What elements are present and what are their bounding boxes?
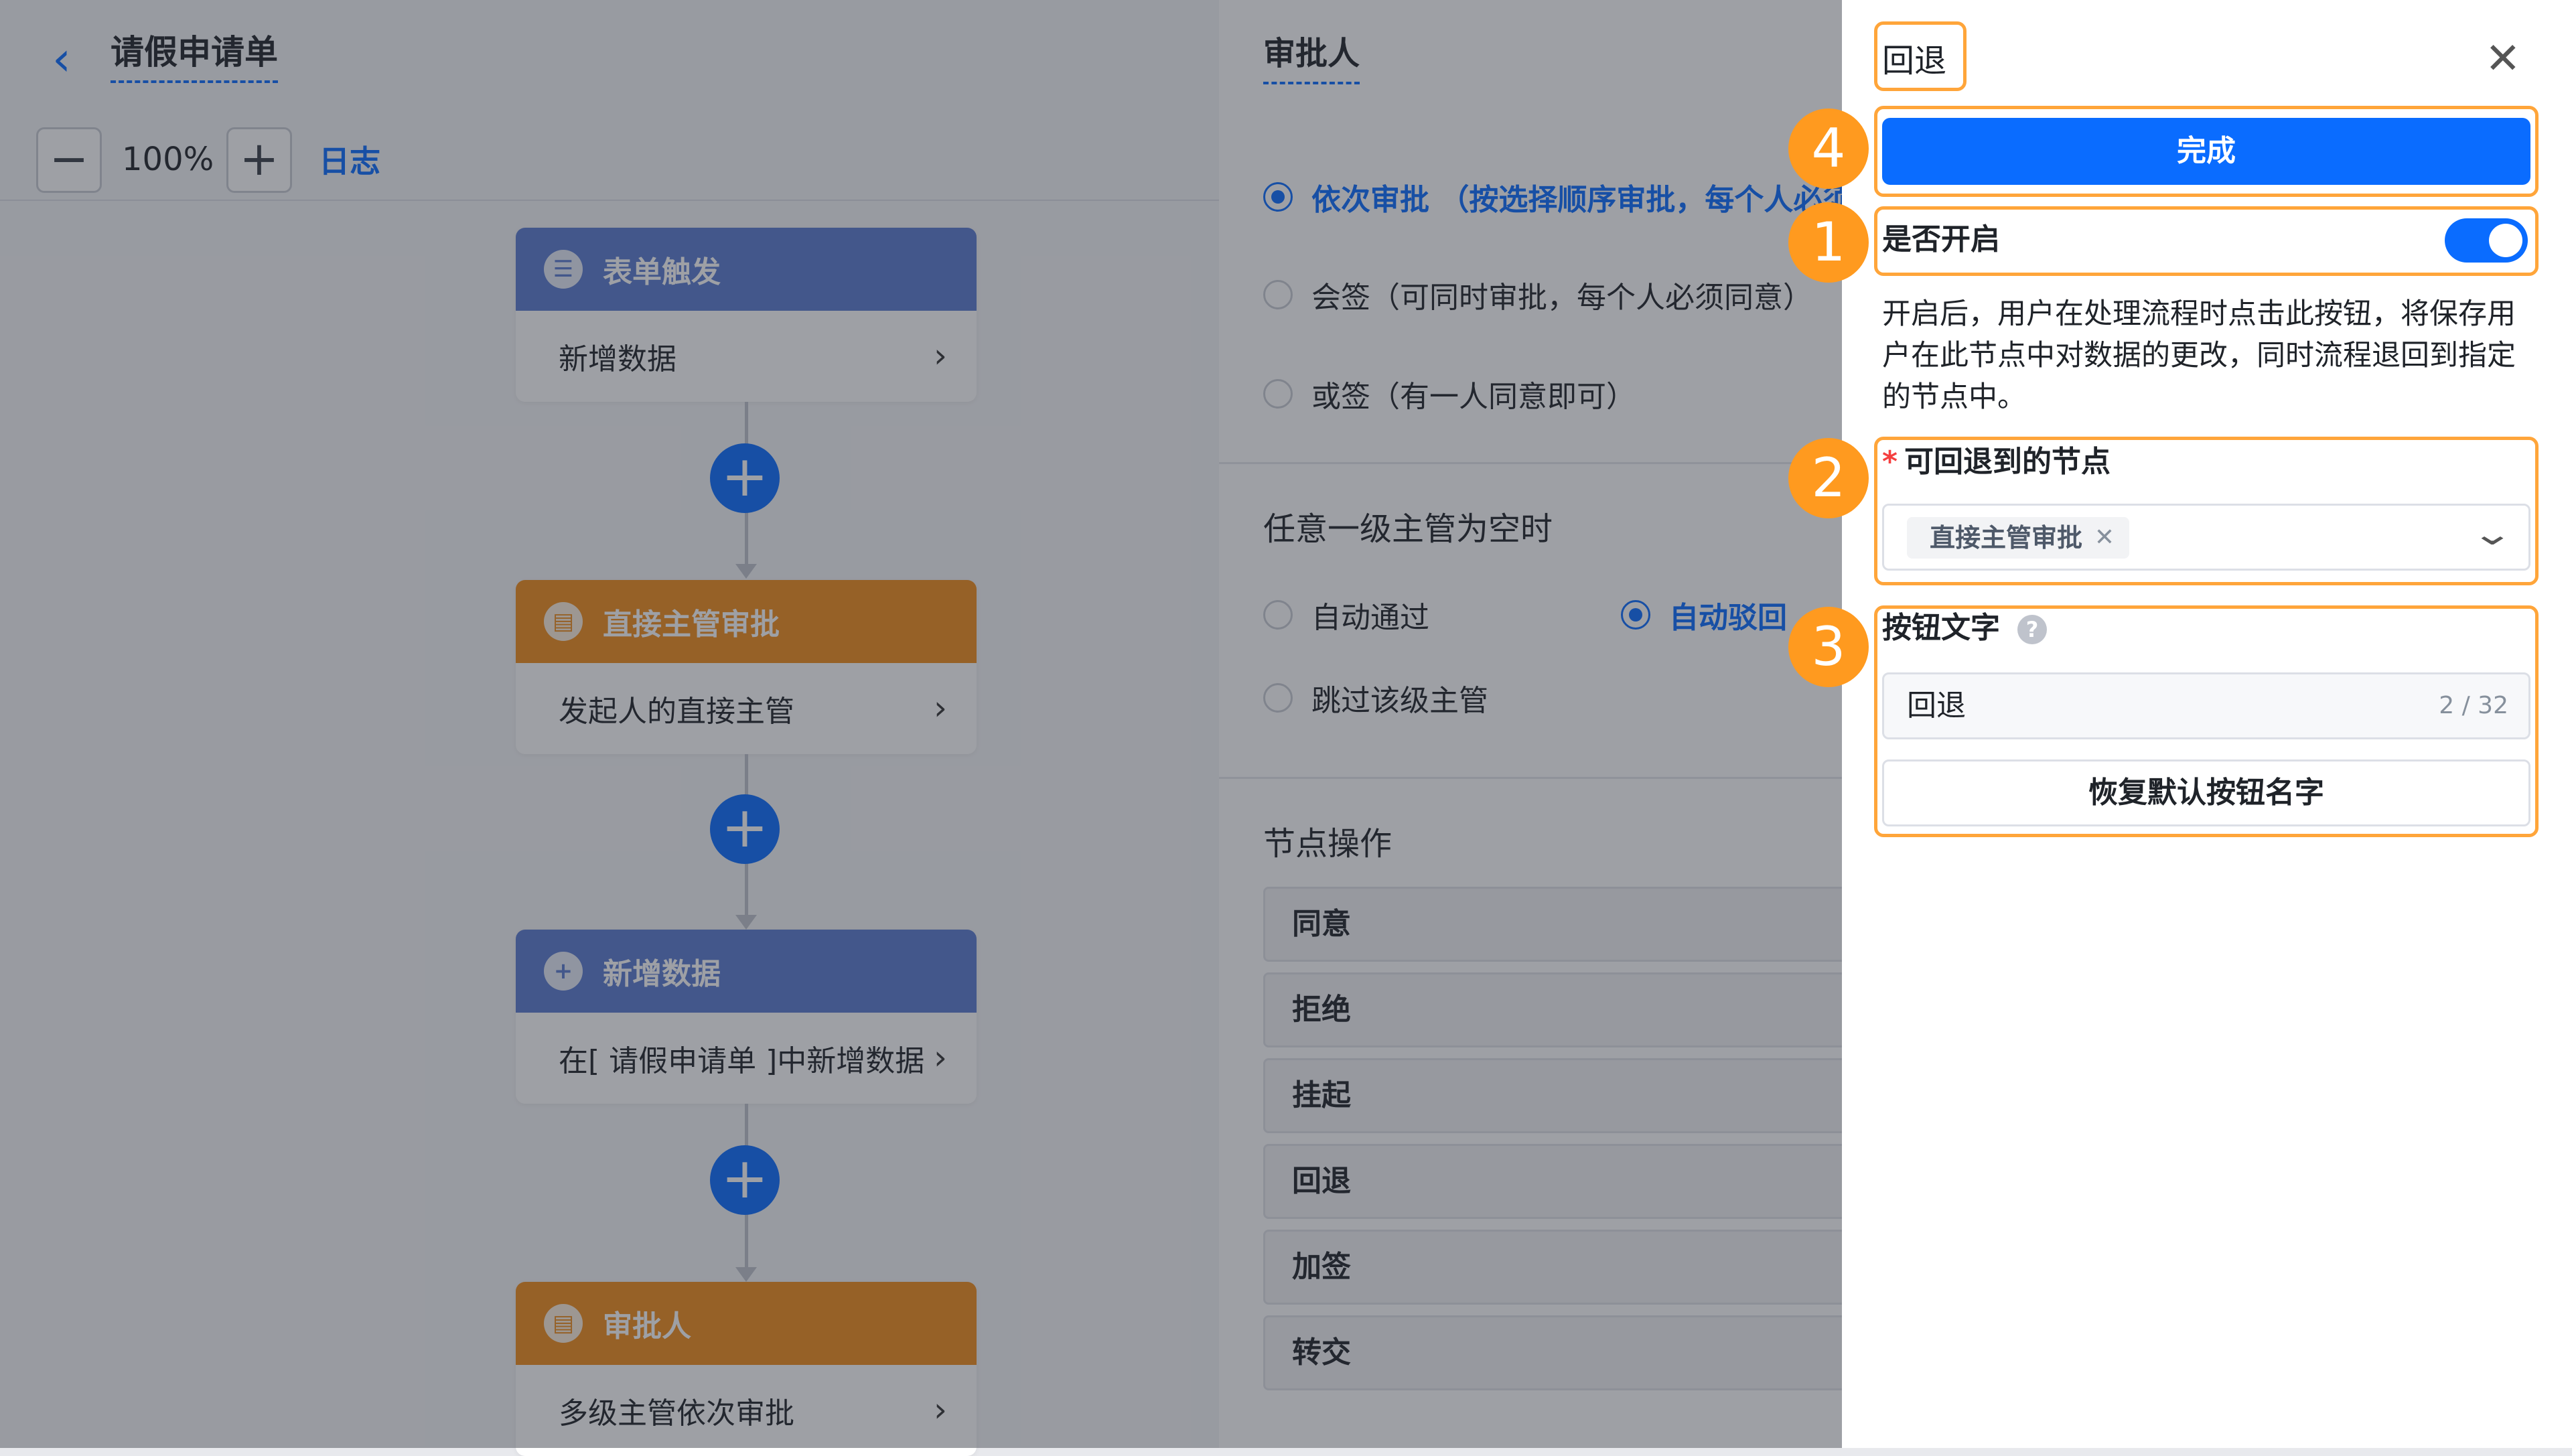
flow-node-direct-supervisor[interactable]: ▤ 直接主管审批 发起人的直接主管 › (516, 580, 977, 754)
step-badge: 1 (1788, 202, 1869, 283)
connector-arrow-icon (735, 1267, 757, 1282)
input-value: 回退 (1907, 688, 1966, 723)
op-suspend[interactable]: 挂起 (1263, 1058, 1866, 1133)
drawer-title: 回退 (1882, 42, 1947, 80)
radio-dot (1263, 683, 1293, 713)
radio-label: 或签（有一人同意即可） (1311, 380, 1636, 414)
radio-label: 自动通过 (1311, 601, 1429, 635)
zoom-in-button[interactable]: + (226, 127, 292, 193)
step-badge: 4 (1788, 108, 1869, 189)
flow-node-add-data[interactable]: + 新增数据 在[ 请假申请单 ]中新增数据 › (516, 930, 977, 1104)
approver-icon: ▤ (544, 602, 583, 641)
step-badge: 3 (1788, 607, 1869, 687)
chevron-right-icon: › (934, 1038, 947, 1077)
back-arrow-icon[interactable]: ‹ (52, 32, 88, 86)
rollback-node-label: * 可回退到的节点 (1882, 442, 2111, 482)
zoom-level: 100% (122, 141, 214, 178)
node-header: 直接主管审批 (603, 607, 780, 642)
button-text-input[interactable]: 回退 2 / 32 (1882, 672, 2530, 739)
op-rollback[interactable]: 回退 (1263, 1144, 1866, 1219)
help-icon[interactable]: ? (2017, 615, 2047, 644)
radio-countersign[interactable]: 会签（可同时审批，每个人必须同意） (1263, 273, 1812, 316)
connector-arrow-icon (735, 915, 757, 930)
button-text-label: 按钮文字? (1882, 608, 2047, 648)
tag-label: 直接主管审批 (1930, 523, 2083, 553)
flow-canvas: ‹ 请假申请单 − 100% + 日志 ☰ 表单触发 新增数据 › + ▤ 直接主管审… (0, 0, 1219, 1456)
chevron-right-icon: › (934, 688, 947, 727)
required-mark: * (1882, 445, 1898, 479)
node-body: 发起人的直接主管 (559, 695, 794, 729)
rollback-node-select[interactable]: 直接主管审批 ✕ ⌄ (1882, 504, 2530, 571)
op-reject[interactable]: 拒绝 (1263, 972, 1866, 1047)
plus-circle-icon: + (544, 952, 583, 991)
add-node-button[interactable]: + (710, 794, 780, 864)
connector-arrow-icon (735, 564, 757, 579)
radio-label: 跳过该级主管 (1311, 684, 1488, 718)
page-title: 请假申请单 (111, 29, 278, 83)
close-icon[interactable]: ✕ (2485, 32, 2521, 86)
add-node-button[interactable]: + (710, 443, 780, 513)
chevron-down-icon: ⌄ (2470, 515, 2514, 553)
node-header: 审批人 (603, 1309, 691, 1343)
radio-skip-level[interactable]: 跳过该级主管 (1263, 676, 1488, 719)
radio-label: 会签（可同时审批，每个人必须同意） (1311, 281, 1812, 315)
radio-or-sign[interactable]: 或签（有一人同意即可） (1263, 372, 1636, 415)
enable-label: 是否开启 (1882, 222, 2000, 257)
op-add-signer[interactable]: 加签 (1263, 1230, 1866, 1305)
label-text: 可回退到的节点 (1904, 445, 2111, 479)
flow-toolbar: ‹ 请假申请单 − 100% + 日志 (0, 0, 1219, 201)
radio-dot (1263, 182, 1293, 212)
log-link[interactable]: 日志 (319, 141, 380, 182)
label-text: 按钮文字 (1882, 611, 2000, 645)
done-button[interactable]: 完成 (1882, 118, 2530, 185)
radio-dot (1263, 280, 1293, 309)
rollback-drawer: 回退 ✕ 完成 是否开启 开启后，用户在处理流程时点击此按钮，将保存用户在此节点… (1842, 0, 2572, 1448)
divider (1219, 777, 1842, 779)
zoom-out-button[interactable]: − (36, 127, 102, 193)
radio-auto-reject[interactable]: 自动驳回 (1621, 593, 1787, 636)
selected-tag: 直接主管审批 ✕ (1907, 517, 2130, 559)
op-transfer[interactable]: 转交 (1263, 1315, 1866, 1390)
radio-dot (1263, 379, 1293, 409)
flow-node-approver[interactable]: ▤ 审批人 多级主管依次审批 › (516, 1282, 977, 1456)
node-header: 新增数据 (603, 957, 721, 991)
flow-node-form-trigger[interactable]: ☰ 表单触发 新增数据 › (516, 228, 977, 402)
chevron-right-icon: › (934, 336, 947, 375)
radio-dot (1263, 600, 1293, 630)
section-title-empty-supervisor: 任意一级主管为空时 (1263, 510, 1553, 548)
op-agree[interactable]: 同意 (1263, 887, 1866, 962)
description-text: 开启后，用户在处理流程时点击此按钮，将保存用户在此节点中对数据的更改，同时流程退… (1882, 297, 2516, 414)
approver-settings-panel: 审批人 依次审批 （按选择顺序审批，每个人必须同意） 会签（可同时审批，每个人必… (1219, 0, 1940, 1448)
section-title-node-ops: 节点操作 (1263, 825, 1392, 863)
node-body: 在[ 请假申请单 ]中新增数据 (559, 1044, 925, 1078)
node-body: 多级主管依次审批 (559, 1396, 794, 1431)
radio-label: 自动驳回 (1669, 601, 1787, 635)
char-counter: 2 / 32 (2439, 692, 2508, 719)
step-badge: 2 (1788, 438, 1869, 518)
chevron-right-icon: › (934, 1390, 947, 1429)
radio-auto-pass[interactable]: 自动通过 (1263, 593, 1429, 636)
node-body: 新增数据 (559, 342, 676, 376)
tag-remove-icon[interactable]: ✕ (2094, 517, 2115, 559)
node-header: 表单触发 (603, 255, 721, 289)
panel-title: 审批人 (1263, 32, 1360, 84)
divider (1219, 462, 1842, 464)
form-icon: ☰ (544, 250, 583, 289)
reset-default-name-button[interactable]: 恢复默认按钮名字 (1882, 759, 2530, 826)
enable-toggle[interactable] (2445, 218, 2528, 263)
add-node-button[interactable]: + (710, 1145, 780, 1215)
radio-dot (1621, 600, 1650, 630)
approver-icon: ▤ (544, 1304, 583, 1343)
